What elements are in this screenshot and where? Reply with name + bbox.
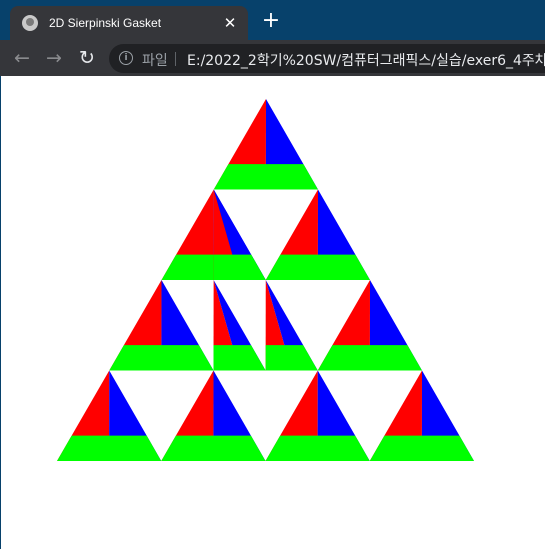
address-bar[interactable]: i 파일 E:/2022_2학기%20SW/컴퓨터그래픽스/실습/exer6_4… xyxy=(109,44,545,73)
gasket-facet xyxy=(213,345,266,371)
browser-toolbar: ← → ↻ i 파일 E:/2022_2학기%20SW/컴퓨터그래픽스/실습/e… xyxy=(0,40,545,76)
sierpinski-canvas xyxy=(57,99,474,461)
globe-icon xyxy=(22,15,38,31)
plus-icon[interactable]: + xyxy=(259,9,283,33)
gasket-facet xyxy=(265,345,318,371)
reload-icon[interactable]: ↻ xyxy=(74,45,100,71)
gasket-facet xyxy=(265,254,370,280)
scheme-label: 파일 xyxy=(142,53,168,69)
arrow-right-icon[interactable]: → xyxy=(41,45,67,71)
window-edge xyxy=(0,76,1,549)
gasket-facet xyxy=(265,435,370,461)
gasket-facet xyxy=(57,435,162,461)
separator xyxy=(175,52,176,66)
gasket-facet xyxy=(317,345,422,371)
tab-title: 2D Sierpinski Gasket xyxy=(49,16,162,30)
arrow-left-icon[interactable]: ← xyxy=(9,45,35,71)
info-icon[interactable]: i xyxy=(119,51,133,65)
browser-titlebar: 2D Sierpinski Gasket ✕ + xyxy=(0,0,545,40)
gasket-facet xyxy=(213,164,318,190)
gasket-facet xyxy=(369,435,474,461)
gasket-facet xyxy=(109,345,214,371)
url-text[interactable]: E:/2022_2학기%20SW/컴퓨터그래픽스/실습/exer6_4주차 xyxy=(187,50,545,70)
page-viewport xyxy=(0,76,545,549)
tab-active[interactable]: 2D Sierpinski Gasket ✕ xyxy=(10,6,248,40)
close-icon[interactable]: ✕ xyxy=(220,13,240,33)
gasket-facet xyxy=(161,435,266,461)
gasket-facet xyxy=(213,254,266,280)
